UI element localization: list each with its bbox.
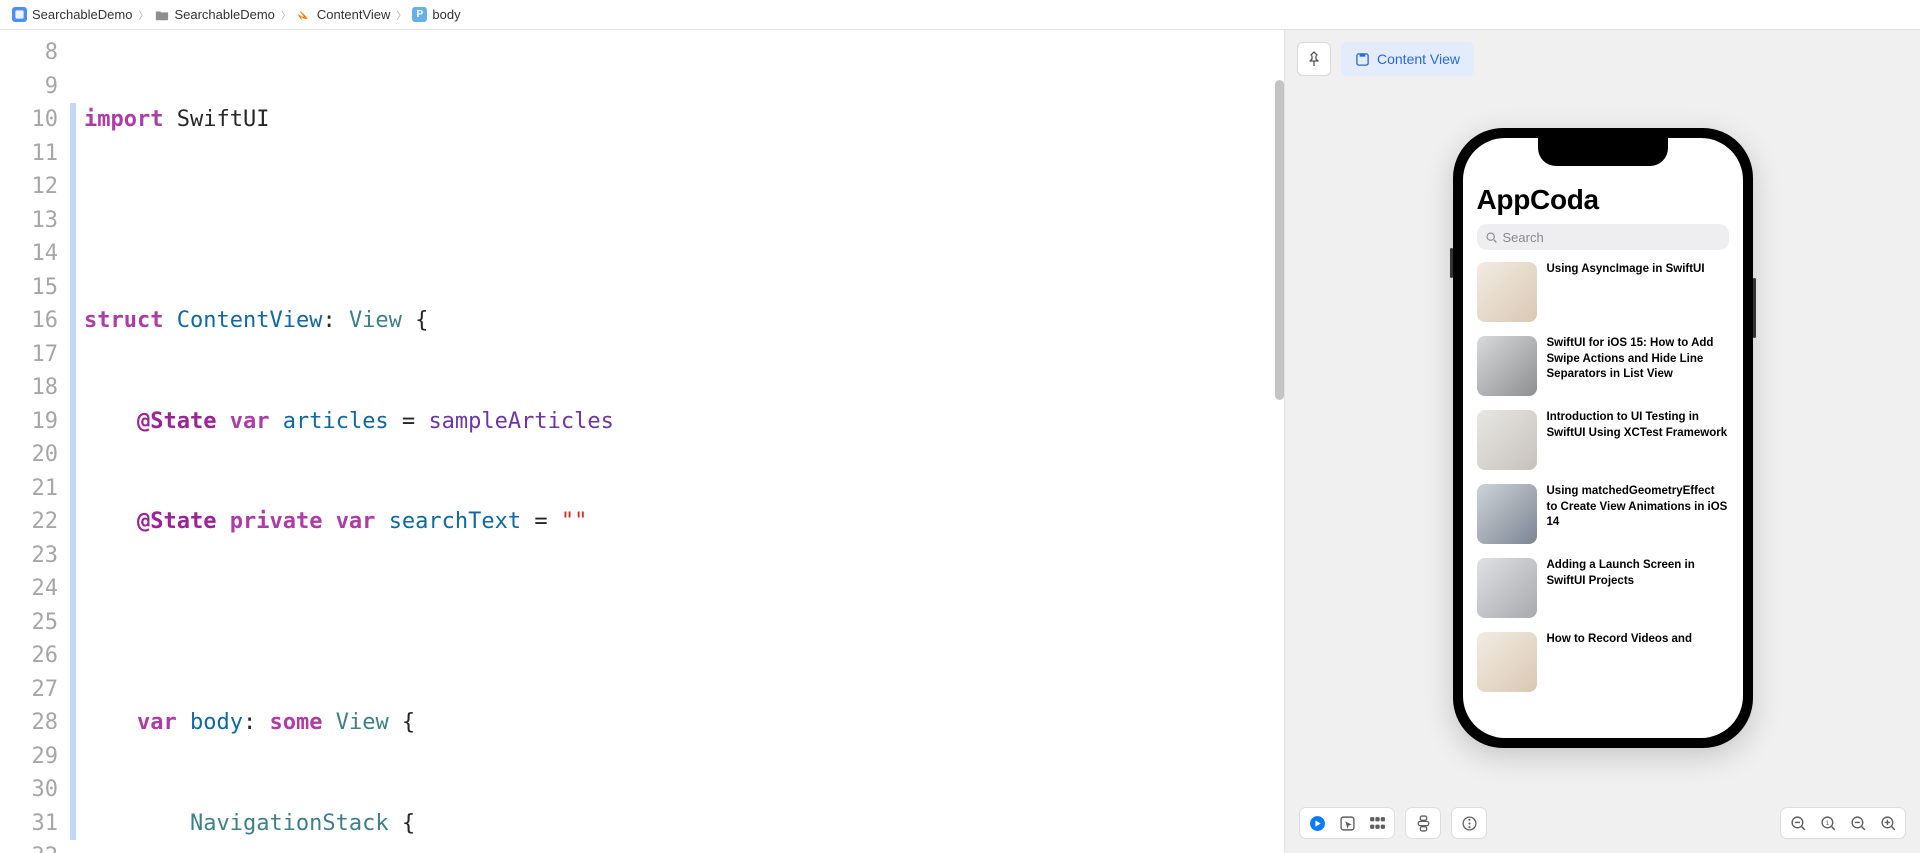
breadcrumb-item-symbol[interactable]: P body — [412, 7, 460, 22]
folder-icon — [154, 7, 169, 22]
device-frame: AppCoda Search Using AsyncImage in Swift… — [1453, 128, 1753, 748]
preview-canvas[interactable]: AppCoda Search Using AsyncImage in Swift… — [1285, 88, 1920, 853]
property-icon: P — [412, 7, 427, 22]
breadcrumb-item-folder[interactable]: SearchableDemo — [154, 7, 274, 22]
breadcrumb-label: body — [432, 7, 460, 22]
line-number: 30 — [0, 773, 58, 807]
article-title: Using matchedGeometryEffect to Create Vi… — [1547, 484, 1729, 531]
line-number: 17 — [0, 338, 58, 372]
breadcrumb-item-file[interactable]: ContentView — [297, 7, 390, 22]
article-title: Using AsyncImage in SwiftUI — [1547, 262, 1705, 278]
line-number: 27 — [0, 673, 58, 707]
line-number: 20 — [0, 438, 58, 472]
code-editor[interactable]: 8910111213141516171819202122232425262728… — [0, 30, 1284, 853]
search-placeholder: Search — [1503, 230, 1544, 245]
live-preview-button[interactable] — [1308, 814, 1326, 832]
preview-panel: Content View AppCoda Search Using AsyncI… — [1284, 30, 1920, 853]
article-row[interactable]: Introduction to UI Testing in SwiftUI Us… — [1477, 410, 1729, 470]
article-row[interactable]: How to Record Videos and — [1477, 632, 1729, 692]
line-number: 10 — [0, 103, 58, 137]
line-number-gutter: 8910111213141516171819202122232425262728… — [0, 30, 70, 853]
swift-icon — [297, 7, 312, 22]
preview-settings-button[interactable] — [1460, 814, 1478, 832]
breadcrumb-label: SearchableDemo — [174, 7, 274, 22]
breadcrumb-label: ContentView — [317, 7, 390, 22]
pin-icon — [1306, 51, 1322, 67]
line-number: 23 — [0, 539, 58, 573]
line-number: 18 — [0, 371, 58, 405]
line-number: 28 — [0, 706, 58, 740]
zoom-out-button[interactable] — [1789, 814, 1807, 832]
preview-toolbar: 1 — [1299, 807, 1906, 839]
variants-button[interactable] — [1368, 814, 1386, 832]
line-number: 8 — [0, 36, 58, 70]
breadcrumb-label: SearchableDemo — [32, 7, 132, 22]
article-row[interactable]: Using AsyncImage in SwiftUI — [1477, 262, 1729, 322]
chevron-right-icon: 〉 — [281, 7, 291, 22]
article-thumbnail — [1477, 484, 1537, 544]
device-notch — [1538, 138, 1668, 166]
article-row[interactable]: Using matchedGeometryEffect to Create Vi… — [1477, 484, 1729, 544]
breadcrumb: SearchableDemo 〉 SearchableDemo 〉 Conten… — [0, 0, 1920, 30]
search-field[interactable]: Search — [1477, 224, 1729, 250]
article-row[interactable]: SwiftUI for iOS 15: How to Add Swipe Act… — [1477, 336, 1729, 396]
line-number: 31 — [0, 807, 58, 841]
line-number: 25 — [0, 606, 58, 640]
line-number: 9 — [0, 70, 58, 104]
line-number: 19 — [0, 405, 58, 439]
zoom-actual-button[interactable]: 1 — [1819, 814, 1837, 832]
svg-text:1: 1 — [1825, 820, 1829, 827]
editor-scrollbar[interactable] — [1275, 80, 1284, 400]
code-area[interactable]: import SwiftUI struct ContentView: View … — [76, 30, 1284, 853]
article-thumbnail — [1477, 632, 1537, 692]
article-title: SwiftUI for iOS 15: How to Add Swipe Act… — [1547, 336, 1729, 383]
zoom-in-button[interactable] — [1879, 814, 1897, 832]
app-nav-title: AppCoda — [1477, 184, 1729, 216]
article-title: Introduction to UI Testing in SwiftUI Us… — [1547, 410, 1729, 441]
line-number: 32 — [0, 840, 58, 853]
line-number: 29 — [0, 740, 58, 774]
line-number: 21 — [0, 472, 58, 506]
breadcrumb-item-project[interactable]: SearchableDemo — [12, 7, 132, 22]
line-number: 24 — [0, 572, 58, 606]
article-thumbnail — [1477, 410, 1537, 470]
article-title: How to Record Videos and — [1547, 632, 1692, 648]
article-thumbnail — [1477, 262, 1537, 322]
selectable-mode-button[interactable] — [1338, 814, 1356, 832]
search-icon — [1485, 231, 1498, 244]
chevron-right-icon: 〉 — [396, 7, 406, 22]
article-thumbnail — [1477, 558, 1537, 618]
article-title: Adding a Launch Screen in SwiftUI Projec… — [1547, 558, 1729, 589]
zoom-fit-button[interactable] — [1849, 814, 1867, 832]
line-number: 22 — [0, 505, 58, 539]
canvas-icon — [1355, 52, 1370, 67]
preview-selector[interactable]: Content View — [1341, 42, 1474, 76]
line-number: 16 — [0, 304, 58, 338]
pin-button[interactable] — [1297, 42, 1331, 76]
preview-chip-label: Content View — [1377, 51, 1460, 67]
article-thumbnail — [1477, 336, 1537, 396]
line-number: 15 — [0, 271, 58, 305]
device-settings-button[interactable] — [1414, 814, 1432, 832]
line-number: 11 — [0, 137, 58, 171]
app-icon — [12, 7, 27, 22]
line-number: 12 — [0, 170, 58, 204]
chevron-right-icon: 〉 — [138, 7, 148, 22]
line-number: 14 — [0, 237, 58, 271]
article-row[interactable]: Adding a Launch Screen in SwiftUI Projec… — [1477, 558, 1729, 618]
line-number: 26 — [0, 639, 58, 673]
line-number: 13 — [0, 204, 58, 238]
